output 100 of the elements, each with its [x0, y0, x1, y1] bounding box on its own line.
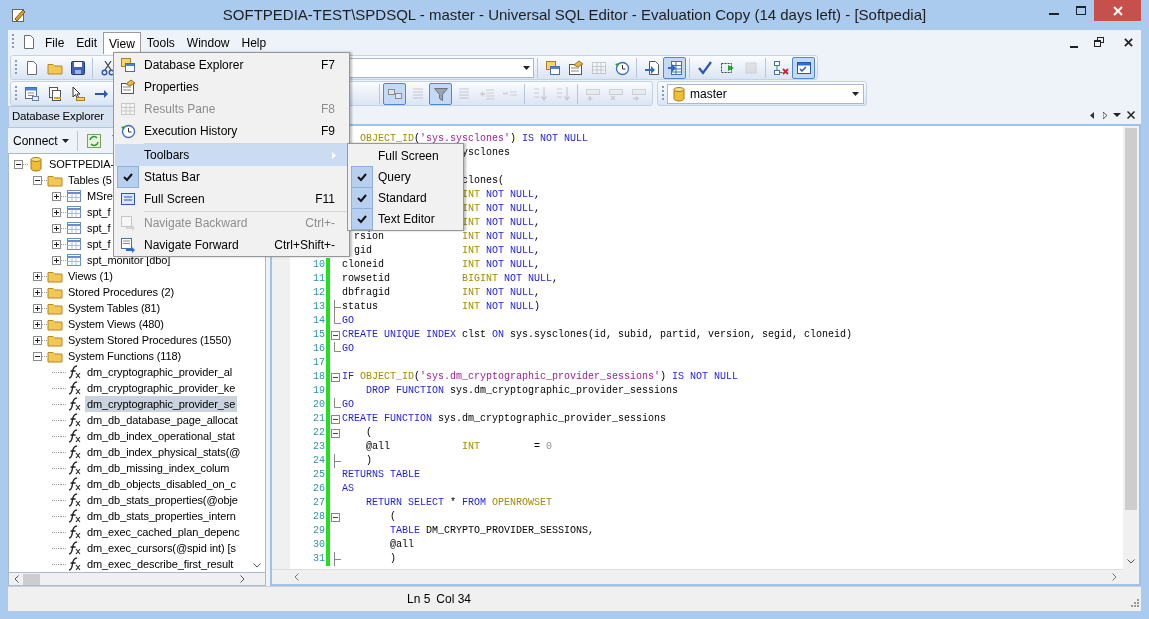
expand-toggle[interactable] [33, 175, 42, 185]
tree-item[interactable]: spt_f [85, 203, 113, 221]
function-icon [66, 540, 82, 556]
tree-item[interactable]: dm_cryptographic_provider_al [85, 363, 235, 381]
menu-item[interactable]: Properties [115, 76, 348, 98]
scroll-right-icon[interactable] [1103, 111, 1107, 119]
grip-handle[interactable] [15, 58, 18, 77]
menu-item[interactable]: Toolbars [115, 144, 348, 166]
scroll-right-icon[interactable] [1112, 573, 1117, 581]
tree-item[interactable]: dm_db_objects_disabled_on_c [85, 475, 238, 493]
menu-item[interactable]: Status Bar [115, 166, 348, 188]
tree-item[interactable]: dm_db_database_page_allocat [85, 411, 240, 429]
expand-toggle[interactable] [52, 223, 61, 233]
code-line: cloneid INT NOT NULL, [341, 258, 541, 272]
close-button[interactable] [1094, 0, 1141, 21]
fold-toggle[interactable] [331, 372, 340, 382]
expand-toggle[interactable] [33, 335, 42, 345]
expand-toggle[interactable] [33, 271, 42, 281]
tree-item[interactable]: spt_f [85, 219, 113, 237]
tree-item[interactable]: MSre [85, 187, 115, 205]
tree-item[interactable]: System Stored Procedures (1550) [66, 331, 234, 349]
dropdown-arrow-icon [523, 65, 530, 70]
expand-toggle[interactable] [33, 303, 42, 313]
code-line: clones( [461, 174, 504, 188]
line-number: 11 [312, 272, 326, 286]
tree-item[interactable]: dm_db_index_physical_stats(@ [85, 443, 243, 461]
menu-bar-item[interactable]: Window [180, 32, 236, 54]
scroll-down-icon[interactable] [1127, 559, 1135, 564]
connect-button[interactable]: Connect [10, 130, 72, 151]
dropdown-arrow-icon[interactable] [1113, 113, 1121, 117]
expand-toggle[interactable] [14, 159, 23, 169]
menu-bar-item[interactable]: Help [235, 32, 273, 54]
scrollbar-thumb[interactable] [23, 573, 40, 585]
database-icon [28, 156, 44, 172]
menu-item[interactable]: Query [349, 166, 462, 187]
close-icon[interactable] [1127, 111, 1135, 119]
function-icon [66, 396, 82, 412]
tree-item[interactable]: dm_cryptographic_provider_ke [85, 379, 238, 397]
properties-icon [120, 79, 136, 95]
shortcut-label: F7 [321, 57, 336, 74]
tree-item[interactable]: dm_exec_cursors(@spid int) [s [85, 539, 238, 557]
expand-toggle[interactable] [33, 287, 42, 297]
scroll-down-icon[interactable] [253, 563, 261, 568]
line-number: 21 [312, 412, 326, 426]
expand-toggle[interactable] [52, 191, 61, 201]
fold-toggle[interactable] [331, 414, 340, 424]
scrollbar-thumb[interactable] [1125, 128, 1137, 510]
fold-toggle[interactable] [331, 428, 340, 438]
tree-item[interactable]: dm_cryptographic_provider_se [85, 395, 238, 413]
database-combo[interactable]: master [667, 83, 864, 104]
tree-item[interactable]: Views (1) [66, 267, 115, 285]
tree-item[interactable]: Tables (5 [66, 171, 114, 189]
menu-item[interactable]: Text Editor [349, 208, 462, 229]
tree-item[interactable]: System Functions (118) [66, 347, 184, 365]
menu-bar-item[interactable]: View [103, 32, 141, 54]
expand-toggle[interactable] [33, 319, 42, 329]
window-icon [23, 85, 40, 102]
scroll-left-icon[interactable] [14, 575, 19, 583]
window-check-icon [795, 59, 812, 76]
tree-item[interactable]: dm_db_stats_properties(@obje [85, 491, 240, 509]
toolbar-button[interactable] [792, 56, 815, 79]
line-number: 20 [312, 398, 326, 412]
menu-item[interactable]: Full Screen [349, 145, 462, 166]
tree-item[interactable]: System Tables (81) [66, 299, 163, 317]
tree-item[interactable]: dm_db_index_operational_stat [85, 427, 237, 445]
menu-bar-item[interactable]: Edit [70, 32, 104, 54]
tree-item[interactable]: dm_exec_describe_first_result [85, 555, 236, 572]
expand-toggle[interactable] [52, 207, 61, 217]
tree-item[interactable]: spt_f [85, 235, 113, 253]
tree-item[interactable]: SOFTPEDIA- [47, 155, 116, 173]
toolbar-button[interactable] [663, 56, 686, 79]
restore-icon[interactable] [1094, 37, 1104, 47]
grip-handle[interactable] [12, 33, 15, 51]
tree-item[interactable]: Stored Procedures (2) [66, 283, 177, 301]
stacked-windows-icon [544, 59, 561, 76]
tree-item[interactable]: dm_db_missing_index_colum [85, 459, 232, 477]
menu-item[interactable]: Full Screen F11 [115, 188, 348, 210]
stop-icon [742, 59, 759, 76]
tree-item[interactable]: dm_db_stats_properties_intern [85, 507, 238, 525]
fold-toggle[interactable] [331, 330, 340, 340]
tree-item[interactable]: System Views (480) [66, 315, 166, 333]
grip-handle[interactable] [662, 84, 665, 103]
expand-toggle[interactable] [52, 239, 61, 249]
grip-handle[interactable] [15, 84, 18, 103]
close-icon[interactable] [1124, 37, 1133, 47]
menu-item[interactable]: Standard [349, 187, 462, 208]
expand-toggle[interactable] [33, 351, 42, 361]
fold-toggle[interactable] [331, 512, 340, 522]
menu-bar-item[interactable]: File [39, 32, 71, 54]
scroll-left-icon[interactable] [1090, 111, 1094, 119]
clock-icon [613, 59, 630, 76]
resize-grip-icon[interactable] [1129, 599, 1139, 609]
expand-toggle[interactable] [52, 255, 61, 265]
scroll-right-icon[interactable] [240, 575, 245, 583]
table-icon [66, 236, 82, 252]
menu-item[interactable]: Navigate Forward Ctrl+Shift+- [115, 234, 348, 256]
tree-item[interactable]: dm_exec_cached_plan_depenc [85, 523, 242, 541]
toolbar-button[interactable] [429, 82, 452, 105]
menu-bar-item[interactable]: Tools [140, 32, 181, 54]
line-number: 17 [312, 356, 326, 370]
